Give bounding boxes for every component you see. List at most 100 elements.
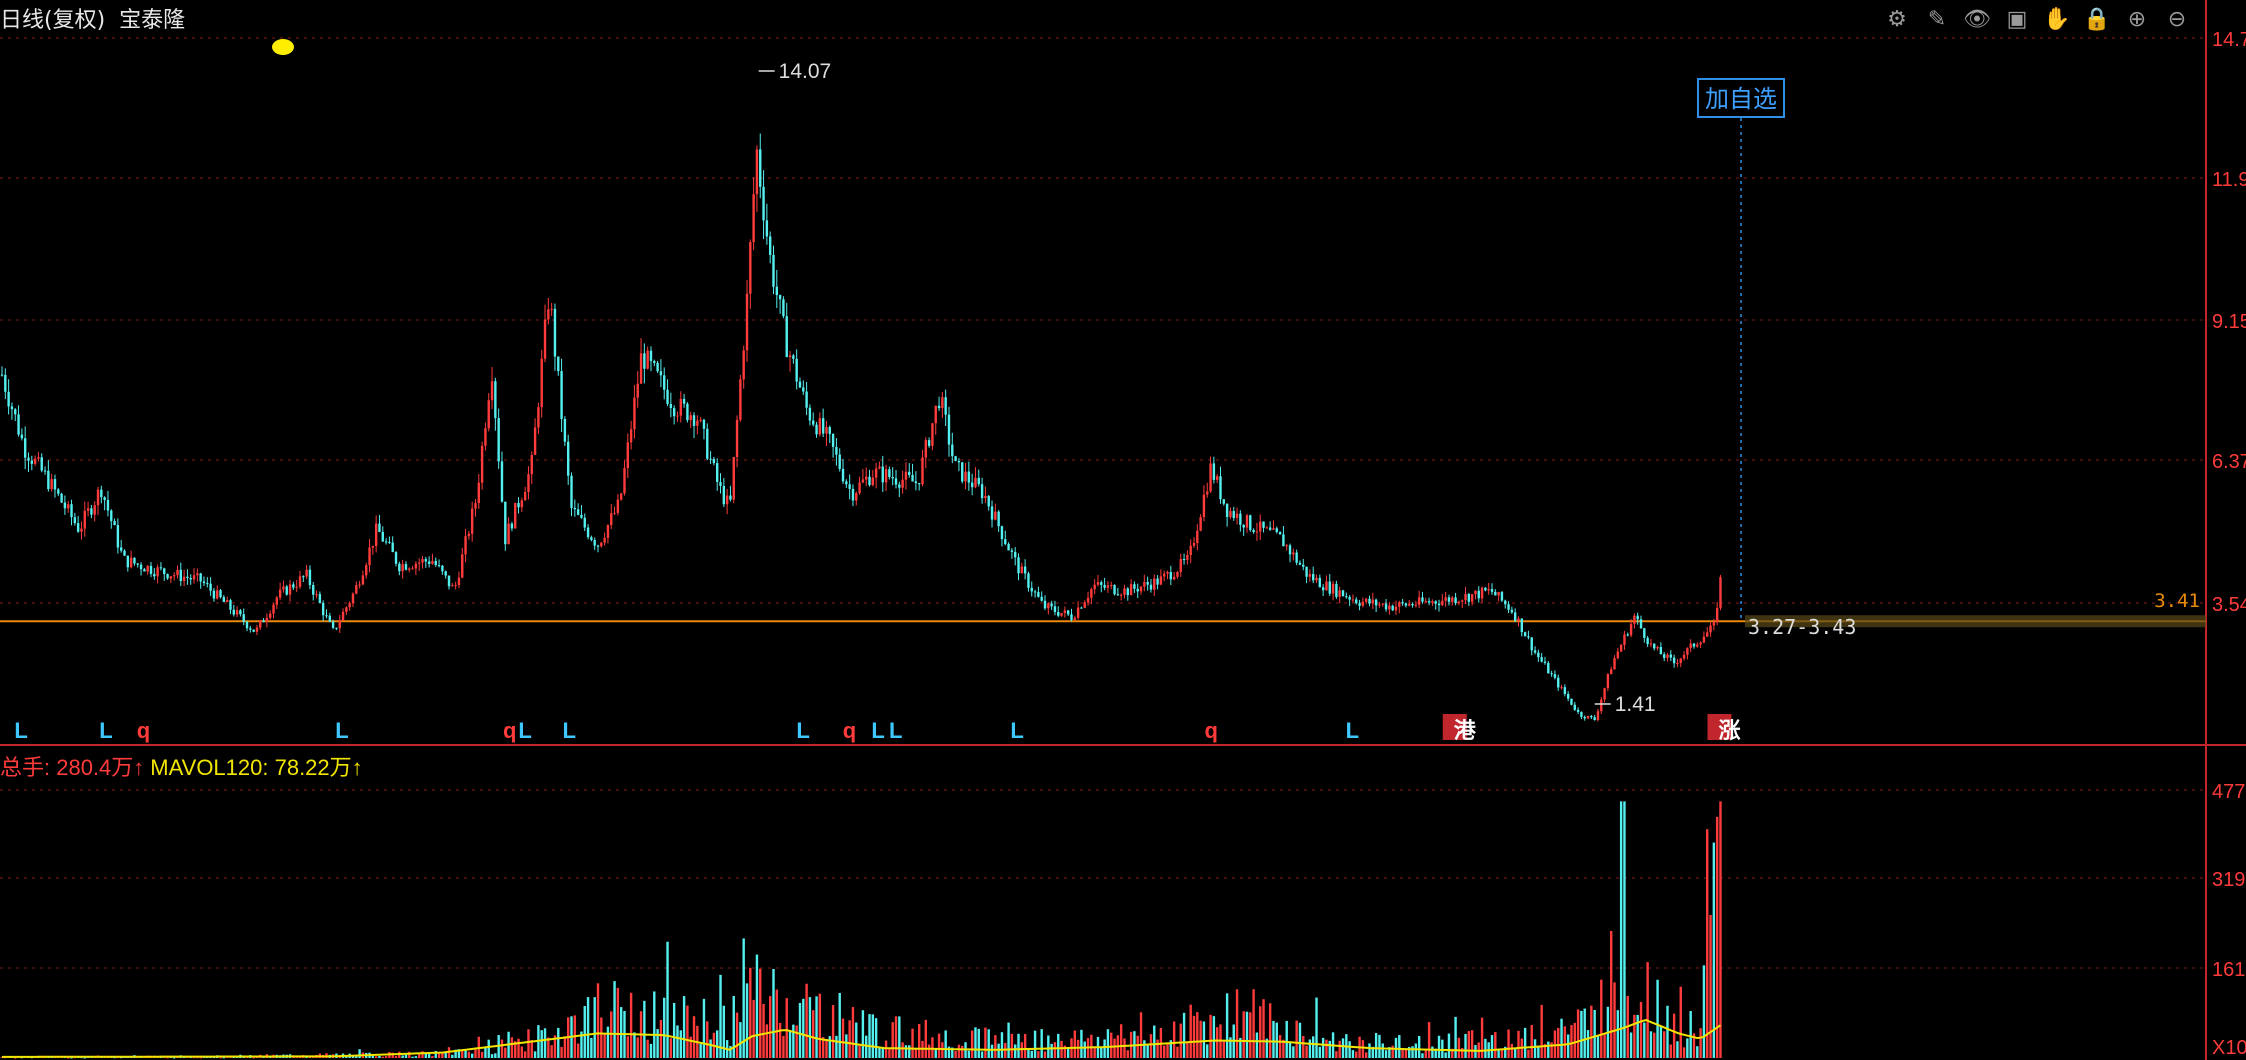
candle-body <box>1530 637 1533 651</box>
zoom-out-icon[interactable]: ⊖ <box>2160 4 2194 34</box>
candle-body <box>1527 636 1530 638</box>
candle-body <box>735 419 739 458</box>
volume-bar <box>1523 1027 1527 1058</box>
candle-body <box>1302 564 1305 567</box>
candle-body <box>1318 577 1322 588</box>
volume-bar <box>1424 1050 1427 1058</box>
candle-body <box>1669 654 1673 658</box>
volume-bar <box>1176 1046 1179 1058</box>
candle-body <box>153 573 156 577</box>
candle-body <box>616 499 620 513</box>
volume-bar <box>980 1051 984 1058</box>
volume-bar <box>1507 1029 1510 1058</box>
volume-bar <box>924 1019 928 1058</box>
add-watchlist-button[interactable]: 加自选 <box>1697 78 1785 118</box>
volume-bar <box>1278 1035 1282 1058</box>
volume-bar <box>1623 801 1626 1058</box>
candle-body <box>570 475 573 508</box>
volume-bar <box>1007 1022 1010 1058</box>
candle-body <box>980 484 984 499</box>
candle-body <box>1268 527 1272 530</box>
volume-bar <box>1510 1043 1514 1058</box>
candle-body <box>398 563 401 572</box>
candle-body <box>606 525 610 538</box>
volume-bar <box>1653 1032 1656 1058</box>
volume-bar <box>1378 1034 1381 1058</box>
candle-body <box>636 383 639 398</box>
volume-bar <box>1225 993 1229 1058</box>
volume-tick-label: 161 <box>2212 959 2245 981</box>
candle-body <box>1653 643 1656 649</box>
candle-body <box>812 420 815 425</box>
candle-body <box>679 398 682 416</box>
signal-marker: L <box>518 718 531 743</box>
volume-bar <box>404 1054 408 1058</box>
candle-body <box>93 505 96 515</box>
volume-bar <box>722 1005 726 1058</box>
candle-body <box>1381 603 1384 605</box>
candle-body <box>845 481 848 485</box>
candle-body <box>1047 603 1050 609</box>
candle-body <box>1090 589 1093 598</box>
candle-body <box>702 419 706 429</box>
candle-body <box>815 424 818 435</box>
candle-body <box>848 484 851 489</box>
candle-body <box>610 513 613 526</box>
candle-body <box>110 510 113 522</box>
candle-body <box>288 584 292 595</box>
volume-bar <box>1050 1043 1053 1058</box>
candle-body <box>613 512 616 514</box>
candle-body <box>1129 584 1133 596</box>
pen-icon[interactable]: ✎ <box>1920 4 1954 34</box>
candle-body <box>1116 594 1120 596</box>
candle-body <box>1073 617 1077 620</box>
candle-body <box>361 575 365 585</box>
volume-bar <box>788 1030 792 1058</box>
candle-body <box>1715 608 1719 622</box>
volume-bar <box>1633 1014 1636 1058</box>
volume-bar <box>659 1019 663 1058</box>
signal-marker: q <box>503 718 516 743</box>
volume-bar <box>1172 1021 1176 1058</box>
toolbox-icon[interactable]: ▣ <box>2000 4 2034 34</box>
volume-bar <box>706 1021 709 1058</box>
lock-icon[interactable]: 🔒 <box>2080 4 2114 34</box>
candle-body <box>136 563 139 565</box>
candle-body <box>517 502 520 508</box>
volume-bar <box>1328 1040 1331 1058</box>
candle-body <box>1504 600 1507 605</box>
candle-body <box>123 550 126 556</box>
volume-bar <box>1454 1016 1457 1058</box>
indicator-dot <box>272 39 294 55</box>
volume-bar <box>1272 1020 1275 1058</box>
gear-icon[interactable]: ⚙ <box>1880 4 1914 34</box>
candle-body <box>868 476 871 486</box>
candle-body <box>1222 499 1226 504</box>
zoom-in-icon[interactable]: ⊕ <box>2120 4 2154 34</box>
volume-bar <box>1308 1039 1312 1058</box>
volume-bar <box>904 1045 908 1058</box>
volume-bar <box>1706 829 1709 1058</box>
volume-bar <box>1080 1029 1083 1058</box>
volume-bar <box>636 1037 639 1058</box>
candle-body <box>1441 600 1444 606</box>
volume-bar <box>841 1018 845 1058</box>
volume-bar <box>1560 1018 1563 1058</box>
volume-bar <box>1143 1040 1146 1058</box>
eye-icon[interactable]: 👁 <box>1960 4 1994 34</box>
candle-body <box>1414 604 1418 606</box>
volume-bar <box>1596 1035 1600 1058</box>
candle-body <box>249 628 252 630</box>
candle-body <box>755 149 759 195</box>
volume-bar <box>1093 1046 1096 1058</box>
volume-bar <box>1570 1025 1573 1058</box>
candle-body <box>242 614 245 622</box>
candle-body <box>1424 601 1427 603</box>
candle-body <box>550 308 553 310</box>
candle-body <box>1696 644 1699 647</box>
hand-icon[interactable]: ✋ <box>2040 4 2074 34</box>
volume-bar <box>808 997 812 1058</box>
range-label: 3.27-3.43 <box>1748 615 1856 639</box>
candle-body <box>603 537 606 543</box>
signal-marker: L <box>871 718 884 743</box>
